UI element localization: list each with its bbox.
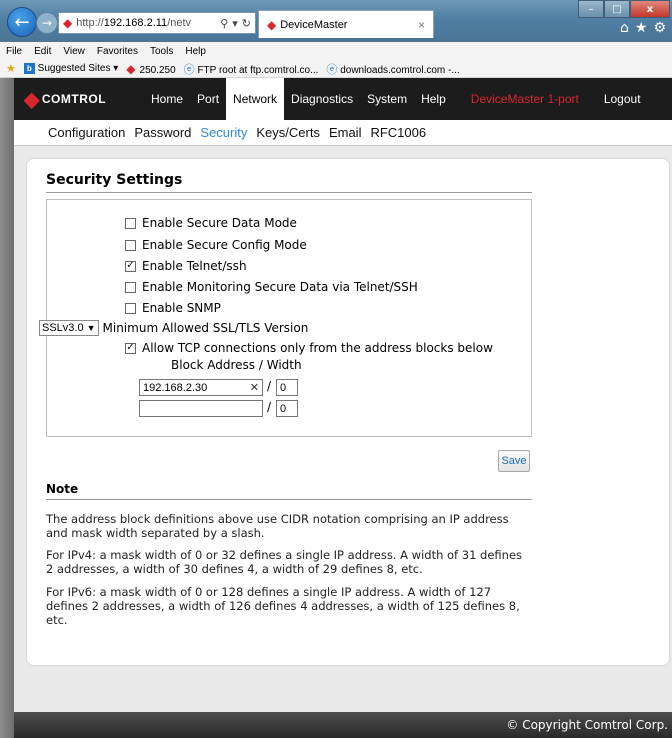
browser-titlebar: ← → ◆ http://192.168.2.11/netv ⚲ ▾ ↻ ◆ D… [0,0,672,42]
favorites-star-icon[interactable]: ★ [6,62,16,75]
home-icon[interactable]: ⌂ [620,20,629,36]
tab-close-icon[interactable]: × [418,18,425,32]
menu-bar: File Edit View Favorites Tools Help [0,42,672,60]
option-monitoring-secure[interactable]: Enable Monitoring Secure Data via Telnet… [125,280,418,294]
arrow-left-icon: ← [14,11,30,33]
fav-item-ftp[interactable]: ⓔ FTP root at ftp.comtrol.co... [184,61,319,77]
option-allow-tcp[interactable]: ✓ Allow TCP connections only from the add… [125,341,493,355]
address-rest: /netv [167,17,192,29]
subnav-email[interactable]: Email [329,125,362,140]
footer: © Copyright Comtrol Corp. [14,712,672,738]
nav-diagnostics[interactable]: Diagnostics [284,78,360,120]
save-button[interactable]: Save [498,450,530,472]
menu-view[interactable]: View [63,46,85,57]
block-address-input-1[interactable]: 192.168.2.30 ✕ [139,379,263,396]
settings-card: Security Settings Enable Secure Data Mod… [26,158,670,666]
nav-logout[interactable]: Logout [597,78,648,120]
comtrol-logo: ◆ COMTROL [24,88,107,111]
maximize-button[interactable]: □ [604,0,630,18]
nav-port[interactable]: Port [190,78,226,120]
sub-nav: Configuration Password Security Keys/Cer… [14,120,672,146]
nav-system[interactable]: System [360,78,414,120]
block-width-input-1[interactable]: 0 [276,379,298,396]
nav-network[interactable]: Network [226,78,285,120]
tab-title: DeviceMaster [280,18,348,31]
note-ipv6: For IPv6: a mask width of 0 or 128 defin… [46,585,520,627]
block-width-input-2[interactable]: 0 [276,400,298,417]
option-snmp[interactable]: Enable SNMP [125,301,221,315]
close-window-button[interactable]: x [630,0,670,18]
arrow-right-icon: → [41,16,53,30]
nav-help[interactable]: Help [414,78,453,120]
tls-version-label: Minimum Allowed SSL/TLS Version [102,321,309,335]
menu-help[interactable]: Help [185,46,206,57]
subnav-password[interactable]: Password [134,125,191,140]
subnav-configuration[interactable]: Configuration [48,125,125,140]
fav-item-250[interactable]: ◆ 250.250 [126,62,175,76]
menu-file[interactable]: File [6,46,22,57]
fav-item-downloads[interactable]: ⓔ downloads.comtrol.com -... [326,61,459,77]
page: ◆ COMTROL Home Port Network Diagnostics S… [0,78,672,738]
favorites-bar: ★ b Suggested Sites ▾ ◆ 250.250 ⓔ FTP roo… [0,60,672,78]
subnav-rfc1006[interactable]: RFC1006 [370,125,426,140]
block-address-header: Block Address / Width [171,358,302,372]
option-secure-config[interactable]: Enable Secure Config Mode [125,238,307,252]
tab-favicon-icon: ◆ [267,17,277,32]
chevron-down-icon: ▼ [86,323,96,333]
tls-version-select[interactable]: SSLv3.0 ▼ [39,320,99,336]
favorites-star-icon[interactable]: ★ [635,20,648,36]
back-button[interactable]: ← [7,7,37,37]
checkbox[interactable] [125,302,136,314]
site-favicon-icon: ◆ [63,16,73,30]
checkbox-checked[interactable]: ✓ [125,260,136,272]
page-icon: ⓔ [326,63,338,76]
menu-tools[interactable]: Tools [150,46,173,57]
checkbox[interactable] [125,217,136,229]
address-bar[interactable]: ◆ http://192.168.2.11/netv ⚲ ▾ ↻ [58,12,256,34]
subnav-keys-certs[interactable]: Keys/Certs [256,125,320,140]
device-name[interactable]: DeviceMaster 1-port [453,78,597,120]
note-title: Note [46,482,532,500]
search-icon[interactable]: ⚲ [220,17,228,30]
nav-home[interactable]: Home [144,78,190,120]
menu-favorites[interactable]: Favorites [97,46,138,57]
note-ipv4: For IPv4: a mask width of 0 or 32 define… [46,548,523,576]
minimize-button[interactable]: – [578,0,604,18]
settings-gear-icon[interactable]: ⚙ [653,20,666,36]
clear-input-icon[interactable]: ✕ [250,381,259,394]
bing-icon: b [23,63,35,74]
fav-suggested[interactable]: b Suggested Sites ▾ [23,63,118,74]
checkbox-checked[interactable]: ✓ [125,342,136,354]
address-host: 192.168.2.11 [103,17,168,29]
block-address-input-2[interactable] [139,400,263,417]
checkbox[interactable] [125,239,136,251]
forward-button[interactable]: → [36,12,58,34]
copyright-text: © Copyright Comtrol Corp. [506,718,668,732]
security-settings-box: Enable Secure Data Mode Enable Secure Co… [39,199,532,437]
note-cidr: The address block definitions above use … [46,512,509,540]
top-nav: ◆ COMTROL Home Port Network Diagnostics S… [14,78,672,120]
checkbox[interactable] [125,281,136,293]
option-secure-data[interactable]: Enable Secure Data Mode [125,216,297,230]
address-prefix: http:// [76,17,104,29]
dropdown-icon[interactable]: ▾ [232,17,238,30]
browser-tab[interactable]: ◆ DeviceMaster × [258,10,434,38]
refresh-icon[interactable]: ↻ [242,17,251,30]
page-icon: ⓔ [183,63,195,76]
tls-version-row: SSLv3.0 ▼ Minimum Allowed SSL/TLS Version [39,320,308,336]
menu-edit[interactable]: Edit [34,46,51,57]
section-title: Security Settings [46,172,532,193]
main-area: Security Settings Enable Secure Data Mod… [14,146,672,712]
option-telnet-ssh[interactable]: ✓ Enable Telnet/ssh [125,259,247,273]
comtrol-icon: ◆ [126,61,136,76]
logo-diamond-icon: ◆ [24,88,40,111]
subnav-security[interactable]: Security [200,125,247,140]
